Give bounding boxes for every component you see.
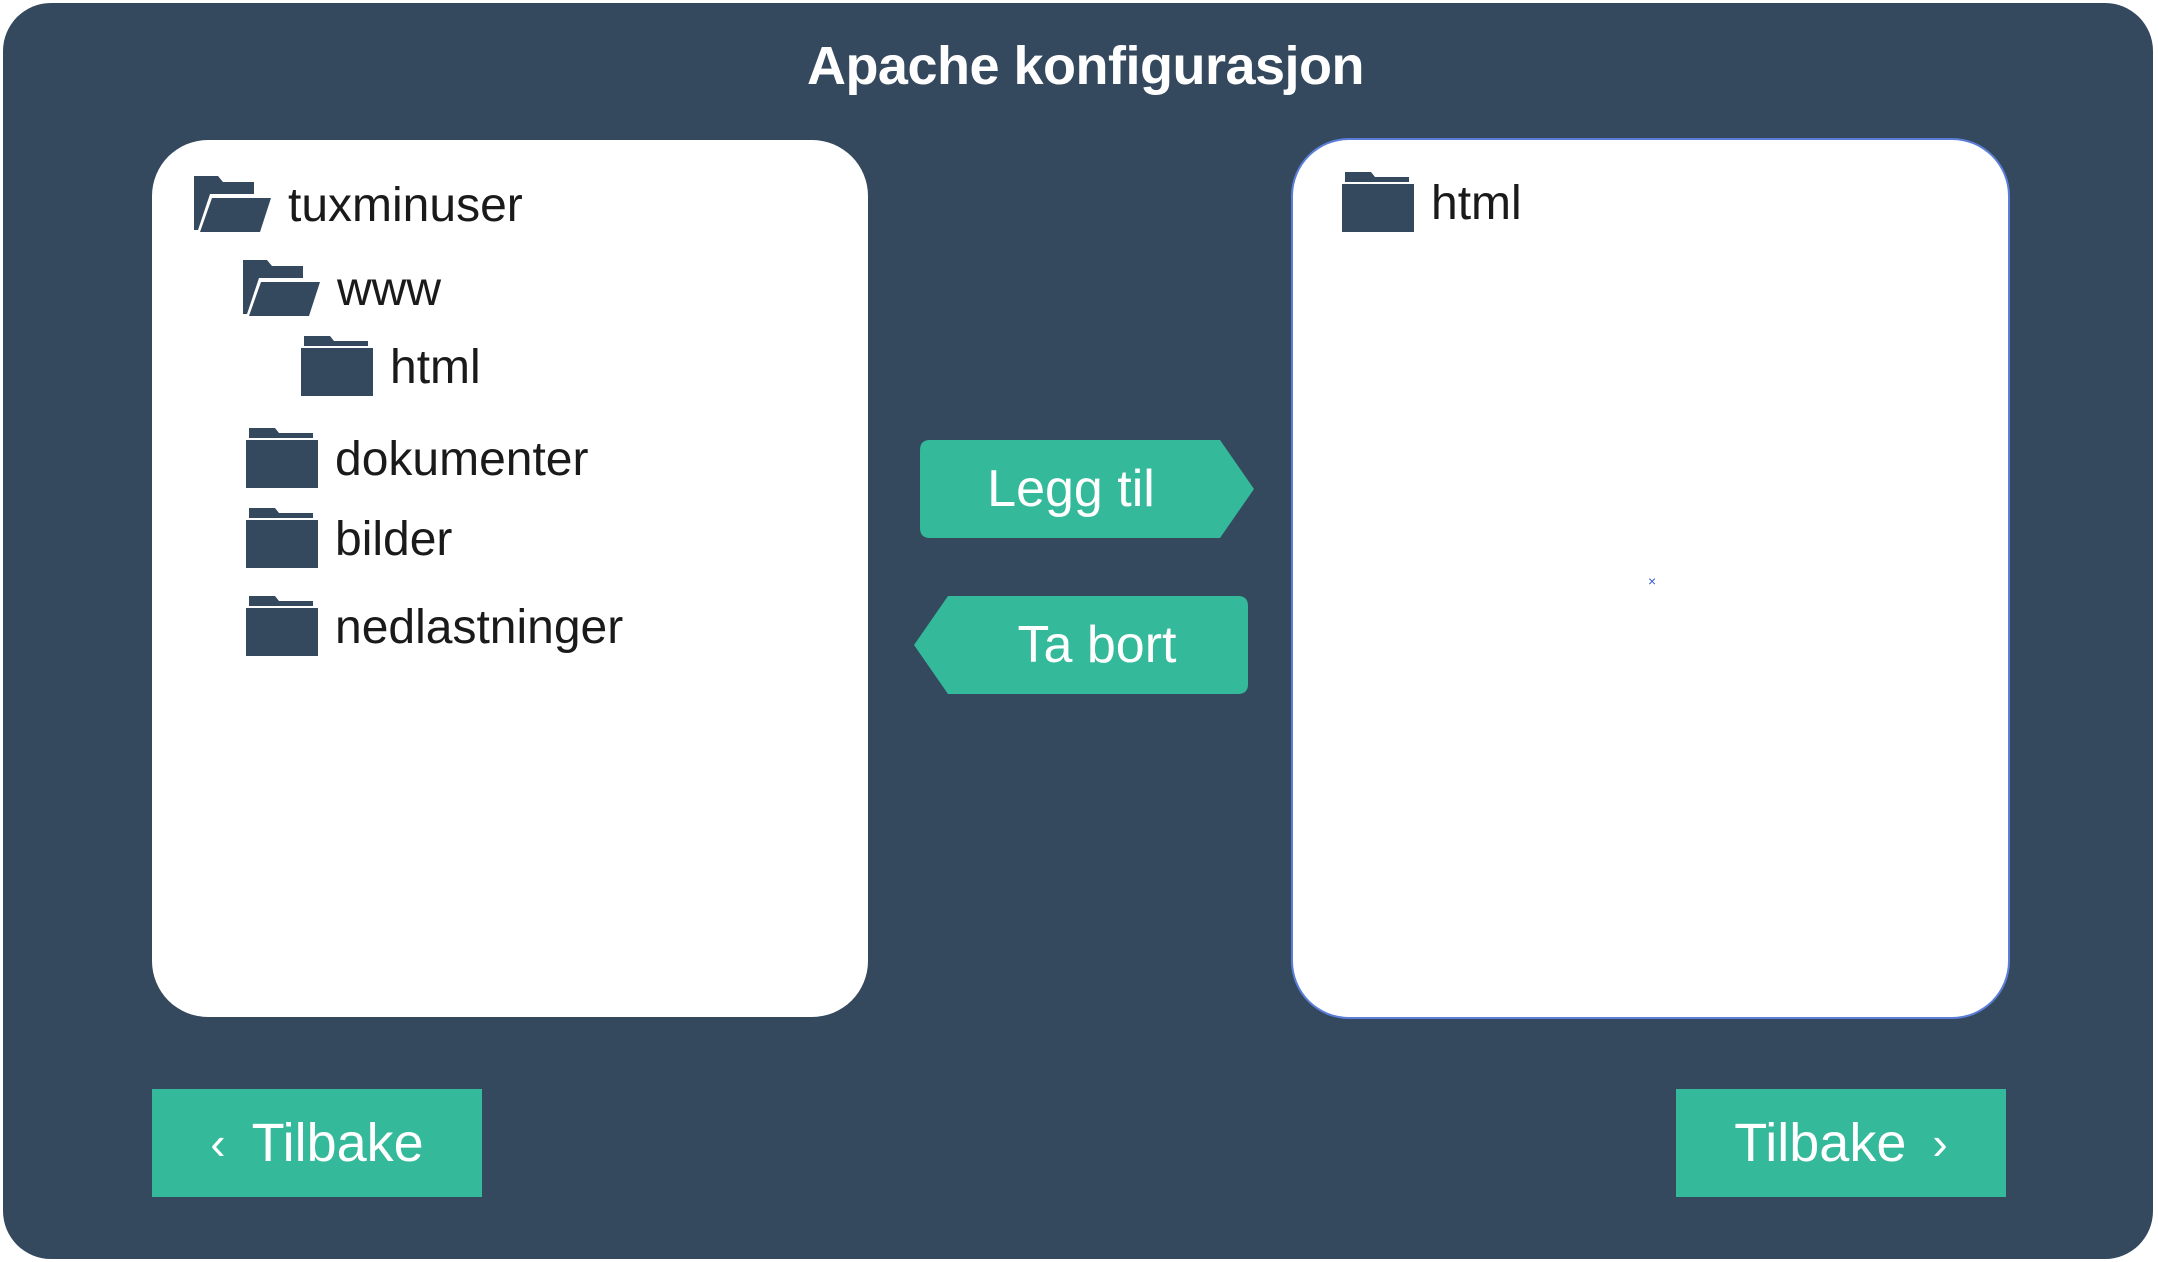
tree-item-bilder[interactable]: bilder: [245, 504, 452, 575]
chevron-right-icon: ›: [1932, 1117, 1948, 1169]
remove-button[interactable]: Ta bort: [912, 596, 1248, 694]
cursor-marker: ×: [1648, 573, 1657, 589]
tree-item-html[interactable]: html: [300, 332, 481, 403]
tree-item-tuxminuser[interactable]: tuxminuser: [192, 172, 523, 239]
tree-item-nedlastninger[interactable]: nedlastninger: [245, 592, 623, 663]
folder-icon: [245, 424, 319, 495]
next-button[interactable]: Tilbake ›: [1676, 1089, 2006, 1197]
selected-item-html[interactable]: html: [1341, 168, 1522, 239]
add-button-label: Legg til: [987, 460, 1155, 518]
page-title: Apache konfigurasjon: [806, 36, 1365, 96]
next-button-label: Tilbake: [1734, 1113, 1907, 1173]
tree-item-label: dokumenter: [335, 433, 589, 486]
tree-item-label: html: [1431, 177, 1522, 230]
folder-icon: [1341, 168, 1415, 239]
folder-open-icon: [241, 256, 321, 323]
folder-icon: [245, 504, 319, 575]
tree-item-www[interactable]: www: [241, 256, 441, 323]
folder-icon: [300, 332, 374, 403]
source-tree-panel[interactable]: tuxminuser www html dokumenter bilder ne…: [152, 140, 868, 1017]
remove-button-label: Ta bort: [1017, 616, 1177, 674]
back-button-label: Tilbake: [251, 1113, 424, 1173]
tree-item-dokumenter[interactable]: dokumenter: [245, 424, 588, 495]
selected-items-panel[interactable]: html ×: [1293, 140, 2008, 1017]
tree-item-label: tuxminuser: [288, 179, 523, 232]
folder-open-icon: [192, 172, 272, 239]
add-button[interactable]: Legg til: [920, 440, 1256, 538]
tree-item-label: html: [390, 341, 481, 394]
app-window: Apache konfigurasjon tuxminuser www html…: [3, 3, 2153, 1259]
tree-item-label: bilder: [335, 513, 453, 566]
back-button[interactable]: ‹ Tilbake: [152, 1089, 482, 1197]
tree-item-label: nedlastninger: [335, 601, 624, 654]
tree-item-label: www: [337, 263, 441, 316]
chevron-left-icon: ‹: [210, 1117, 226, 1169]
folder-icon: [245, 592, 319, 663]
